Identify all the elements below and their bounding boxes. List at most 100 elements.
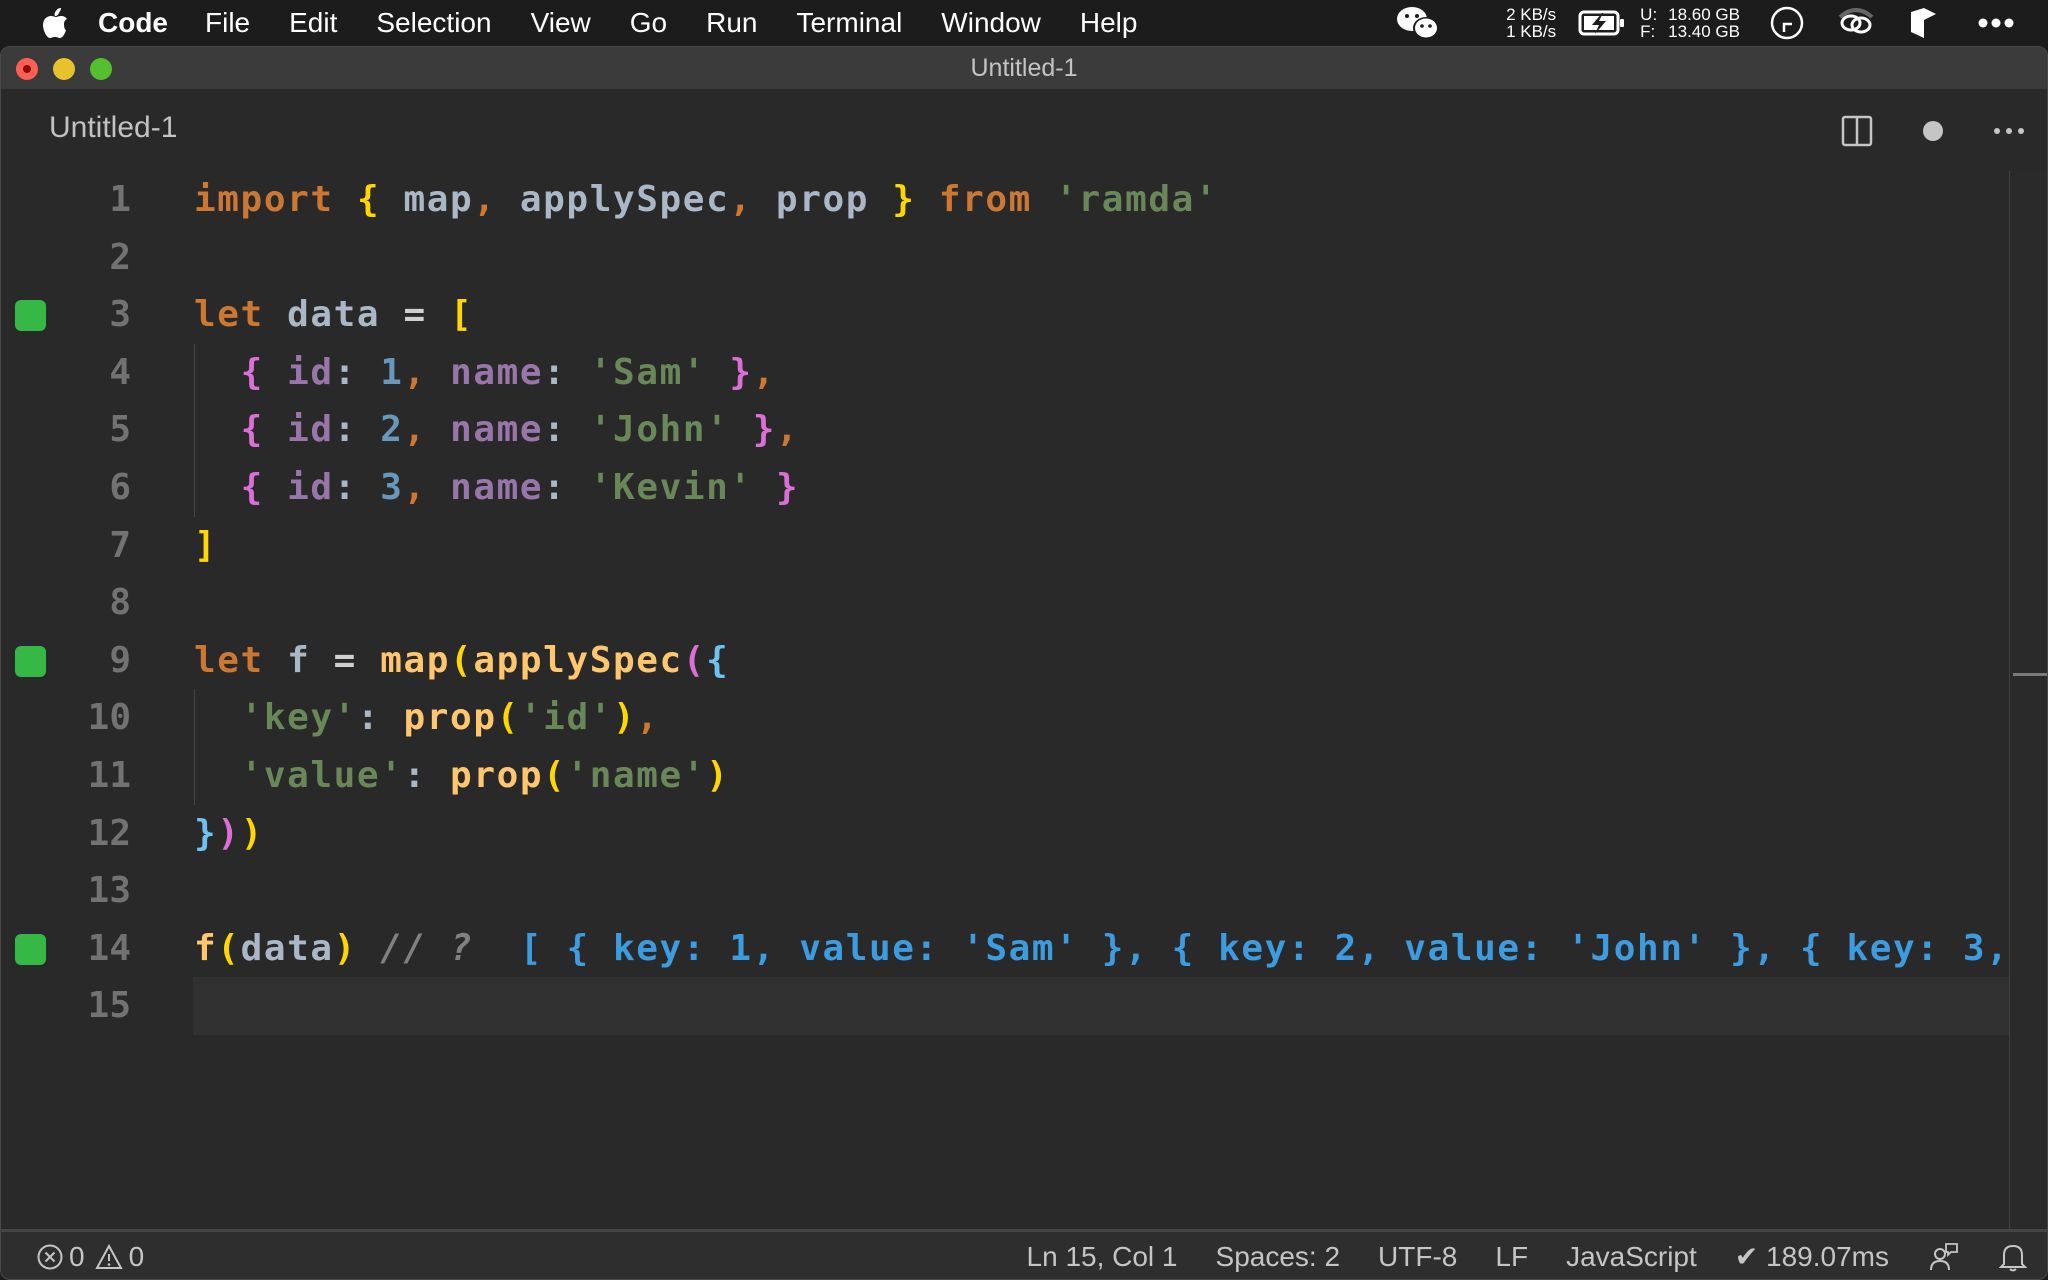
code-line[interactable]: 7] [1,517,2011,575]
code-line[interactable]: 12})) [1,805,2011,863]
inline-result: [ { key: 1, value: 'Sam' }, { key: 2, va… [519,927,2010,969]
line-number: 1 [109,179,131,220]
code-line[interactable]: 2 [1,229,2011,287]
line-number: 12 [87,812,131,854]
code-line[interactable]: 14 f(data) // ? [ { key: 1, value: 'Sam' … [1,920,2011,978]
code-token: : [403,755,427,796]
end-of-line[interactable]: LF [1495,1241,1528,1273]
indent-guide [194,343,195,517]
encoding[interactable]: UTF-8 [1378,1241,1457,1273]
code-token: ( [496,697,520,739]
apple-logo-icon[interactable] [40,6,70,40]
line-code: let f = map(applySpec({ [194,632,729,690]
menu-window[interactable]: Window [941,7,1041,39]
battery-charging-icon[interactable] [1578,9,1626,37]
menu-view[interactable]: View [531,7,591,39]
code-token: ) [240,812,264,854]
coverage-indicator-icon[interactable] [15,933,46,965]
wechat-icon[interactable] [1396,6,1440,40]
vertical-scrollbar[interactable] [2009,171,2047,1275]
code-token: ( [217,927,241,969]
menu-terminal[interactable]: Terminal [796,7,902,39]
menu-help[interactable]: Help [1080,7,1138,39]
tab-untitled-1[interactable]: Untitled-1 [49,111,177,145]
code-line[interactable]: 3 let data = [ [1,286,2011,344]
cursor-position[interactable]: Ln 15, Col 1 [1027,1241,1178,1273]
code-line[interactable]: 8 [1,574,2011,632]
code-token: } [752,409,776,451]
clock-icon[interactable] [1770,6,1804,40]
status-right: Ln 15, Col 1 Spaces: 2 UTF-8 LF JavaScri… [989,1232,2027,1279]
code-line[interactable]: 11 'value': prop('name') [1,747,2011,805]
code-line[interactable]: 1 import { map, applySpec, prop } from 'r… [1,171,2011,229]
coverage-indicator-icon[interactable] [15,300,46,332]
code-token: 'ramda' [1055,179,1219,220]
code-token: name [450,409,544,451]
menu-edit[interactable]: Edit [289,7,337,39]
menu-selection[interactable]: Selection [376,7,491,39]
menu-app-name[interactable]: Code [98,7,168,39]
memory-stats[interactable]: U: 18.60 GB F: 13.40 GB [1640,6,1740,40]
error-circle-icon [37,1244,63,1270]
code-token: prop [752,179,893,220]
language-mode[interactable]: JavaScript [1566,1241,1697,1273]
close-window-button[interactable] [16,58,38,80]
code-editor[interactable]: 1 import { map, applySpec, prop } from 'r… [1,171,2011,1275]
network-speed[interactable]: 2 KB/s 1 KB/s [1492,6,1556,40]
line-number: 11 [87,755,131,796]
minimize-window-button[interactable] [53,58,75,80]
indentation[interactable]: Spaces: 2 [1216,1241,1341,1273]
line-code: import { map, applySpec, prop } from 'ra… [194,171,1218,229]
more-actions-icon[interactable] [1989,111,2029,151]
app-tray-icon[interactable] [1908,6,1938,40]
code-token: map [380,179,474,220]
code-line[interactable]: 15 [1,977,2011,1035]
code-token: = [333,639,357,681]
code-token: : [356,697,381,739]
line-number: 3 [109,294,131,336]
coverage-indicator-icon[interactable] [15,645,46,677]
line-number: 13 [87,870,131,912]
code-token: ) [613,697,637,739]
feedback-icon[interactable] [1929,1242,1959,1272]
link-icon[interactable] [1836,7,1876,39]
code-line[interactable]: 13 [1,862,2011,920]
code-line[interactable]: 10 'key': prop('id'), [1,689,2011,747]
problems-indicator[interactable]: 0 0 [37,1241,154,1273]
more-icon[interactable] [1978,18,2014,28]
code-line[interactable]: 5 { id: 2, name: 'John' }, [1,401,2011,459]
code-token: ( [450,639,474,681]
bell-icon[interactable] [1999,1242,2027,1272]
code-line[interactable]: 6 { id: 3, name: 'Kevin' } [1,459,2011,517]
maximize-window-button[interactable] [90,58,112,80]
menu-file[interactable]: File [205,7,250,39]
unsaved-dot-icon[interactable] [1913,111,1953,151]
split-editor-icon[interactable] [1837,111,1877,151]
warning-count: 0 [128,1240,145,1272]
quokka-timing[interactable]: ✔ 189.07ms [1735,1240,1889,1273]
vscode-window: Untitled-1 Untitled-1 1 import { map, app… [0,46,2048,1280]
window-title: Untitled-1 [970,53,1078,82]
code-token: from [938,179,1032,220]
line-number: 6 [109,467,131,508]
menu-go[interactable]: Go [630,7,667,39]
menu-run[interactable]: Run [706,7,757,39]
code-token: , [752,351,776,393]
code-token: ) [217,812,241,854]
code-line[interactable]: 4 { id: 1, name: 'Sam' }, [1,344,2011,402]
code-token: 'id' [519,697,613,739]
code-token: : [543,351,567,393]
line-number: 9 [109,639,131,681]
code-line[interactable]: 9 let f = map(applySpec({ [1,632,2011,690]
code-token: , [403,351,427,393]
